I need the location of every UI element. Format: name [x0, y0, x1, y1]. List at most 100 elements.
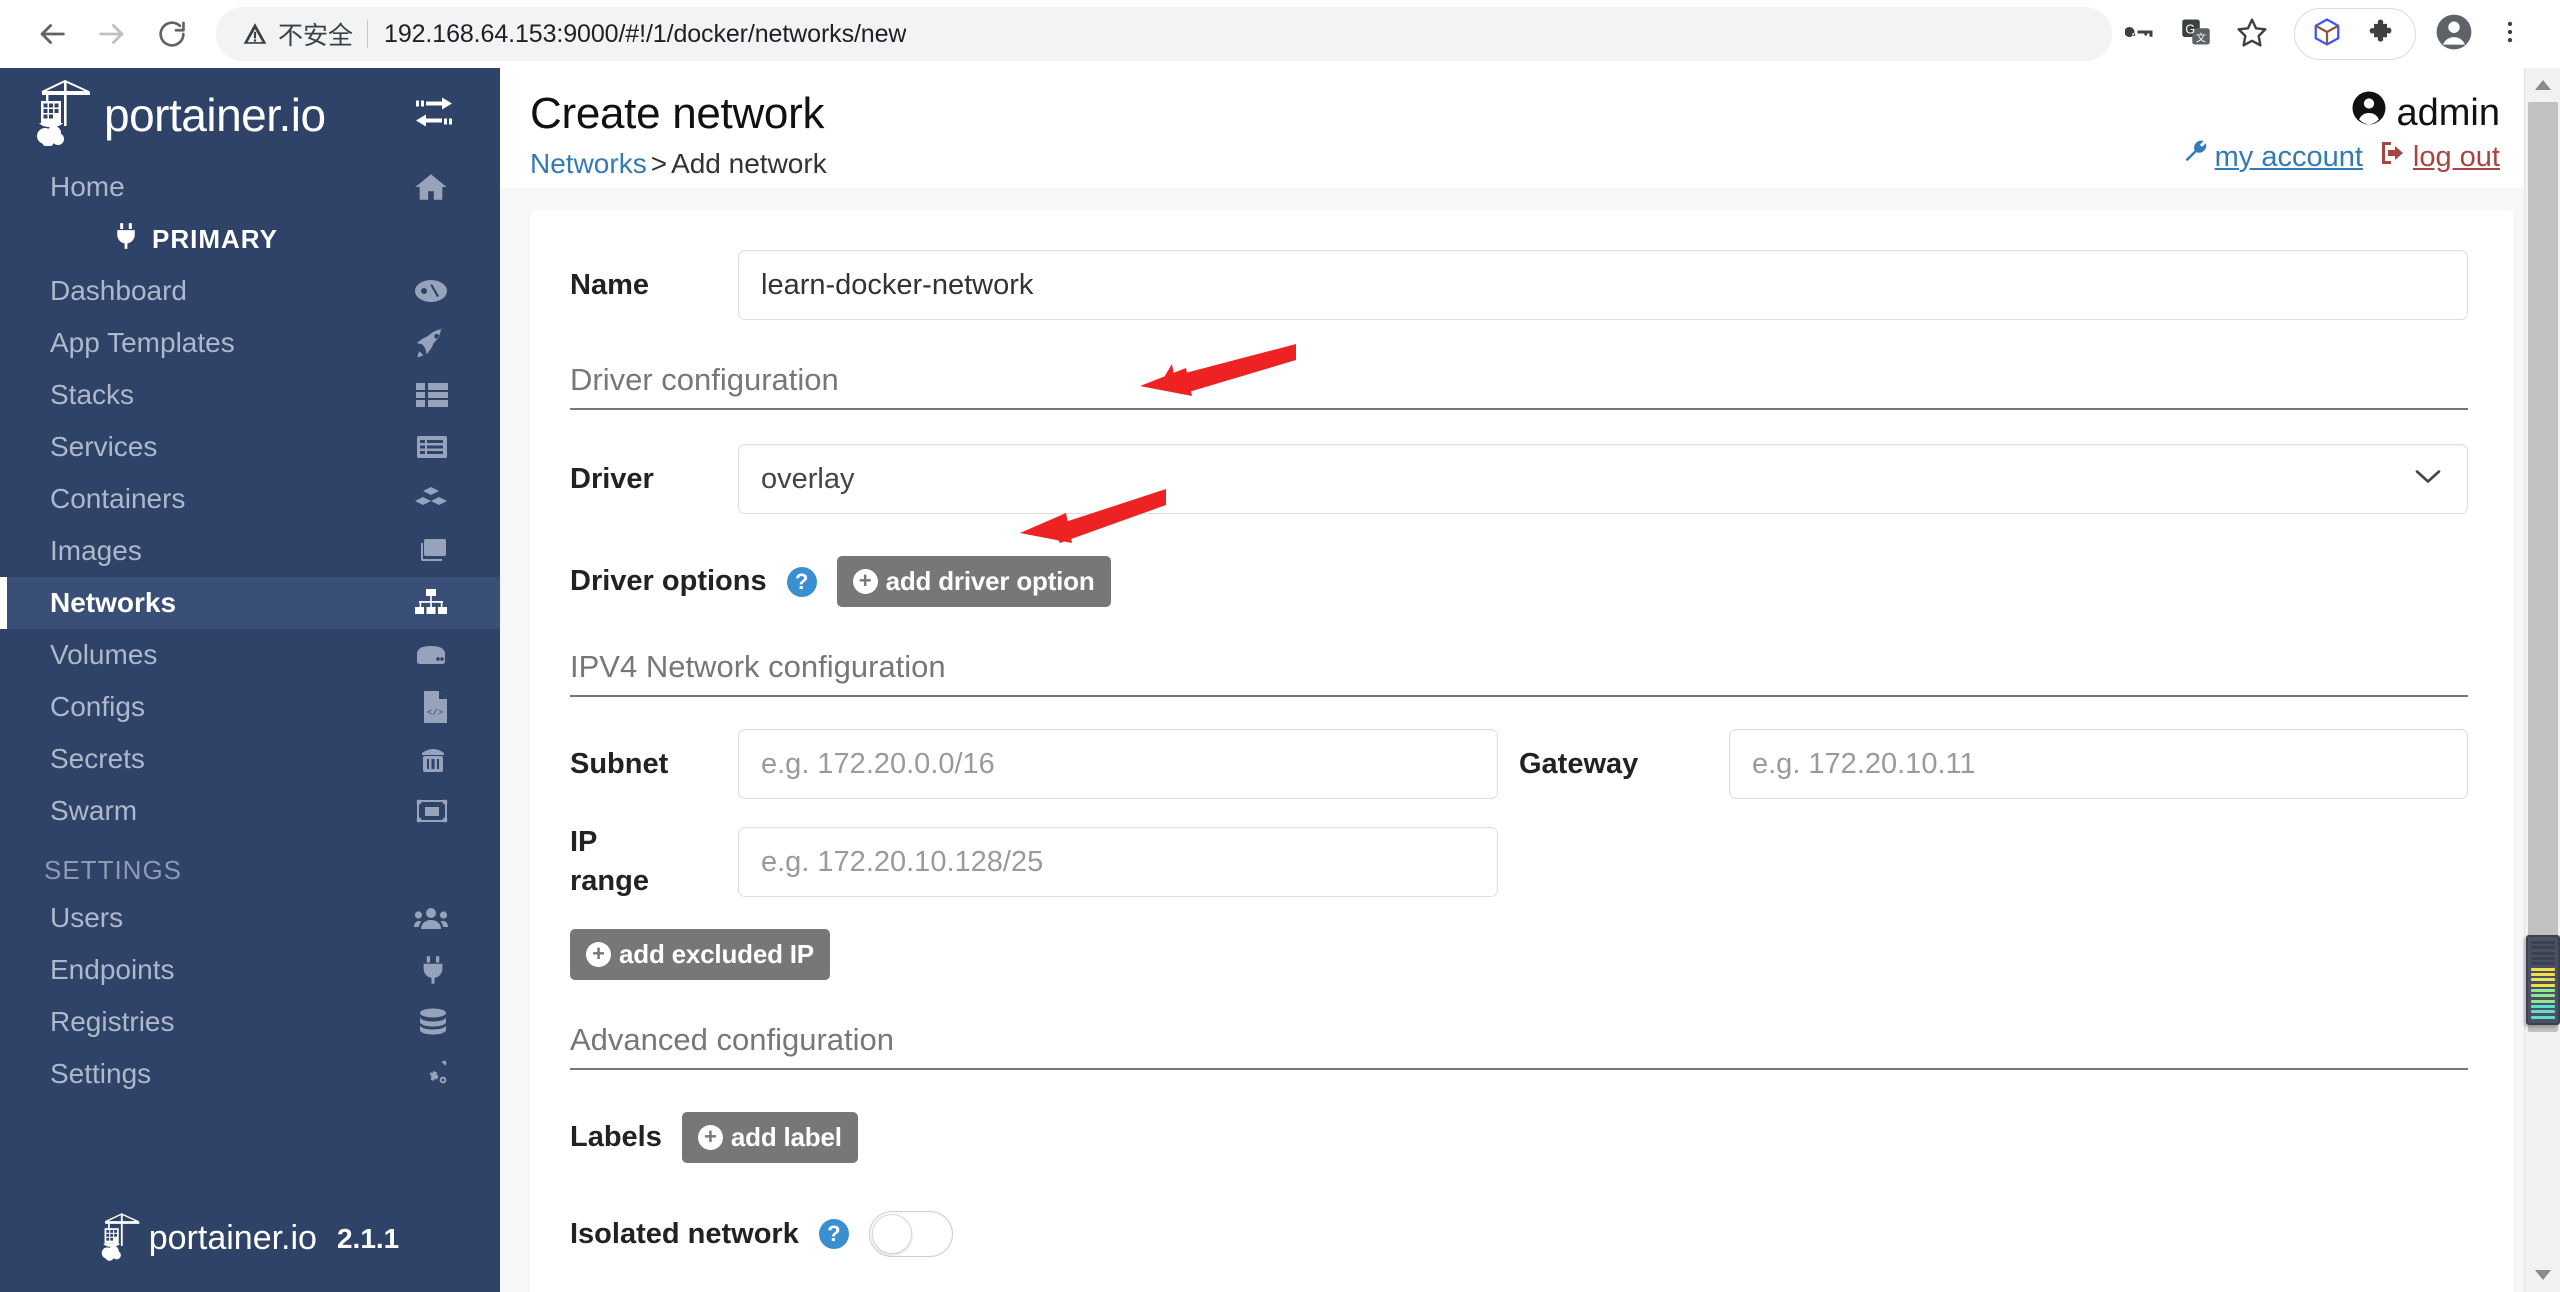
- sidebar-item-label: Dashboard: [50, 275, 187, 306]
- sidebar-footer-brand: portainer.io: [148, 1219, 317, 1257]
- labels-label: Labels: [570, 1121, 662, 1154]
- puzzle-extension-button[interactable]: [2355, 6, 2411, 62]
- scroll-down-arrow[interactable]: [2525, 1258, 2560, 1292]
- driver-select[interactable]: overlay: [738, 444, 2468, 514]
- gateway-label: Gateway: [1519, 747, 1639, 780]
- forward-button[interactable]: [82, 4, 142, 64]
- user-name: admin: [2396, 91, 2501, 134]
- cube-extension-button[interactable]: [2299, 6, 2355, 62]
- sidebar-item-label: Endpoints: [50, 954, 175, 985]
- ip-range-row: IP range: [570, 823, 2468, 901]
- key-icon: [2124, 17, 2155, 52]
- sidebar-item-label: Configs: [50, 691, 145, 722]
- sidebar-item-label: Containers: [50, 483, 186, 514]
- breadcrumb-networks-link[interactable]: Networks: [530, 148, 647, 179]
- add-label-button[interactable]: + add label: [681, 1112, 858, 1164]
- stack-list-icon: [416, 381, 448, 409]
- ip-range-label-line2: range: [570, 865, 649, 898]
- sidebar-item-label: Networks: [50, 587, 177, 618]
- chrome-menu-button[interactable]: [2482, 6, 2538, 62]
- sidebar-item-swarm[interactable]: Swarm: [0, 785, 500, 837]
- add-driver-option-button[interactable]: + add driver option: [836, 556, 1111, 607]
- containers-icon: [414, 485, 448, 513]
- volume-icon: [414, 644, 448, 666]
- sidebar-item-containers[interactable]: Containers: [0, 473, 500, 525]
- isolated-network-toggle[interactable]: [868, 1211, 953, 1258]
- driver-label: Driver: [570, 462, 654, 495]
- back-button[interactable]: [22, 4, 82, 64]
- translate-button[interactable]: G文: [2168, 6, 2224, 62]
- help-circle-icon[interactable]: ?: [818, 1219, 849, 1250]
- sidebar-brand-text: portainer.io: [104, 88, 326, 141]
- sidebar-item-secrets[interactable]: Secrets: [0, 733, 500, 785]
- breadcrumb-current: Add network: [671, 148, 827, 180]
- breadcrumb: Networks > Add network: [530, 148, 827, 180]
- audio-level-meter-widget[interactable]: [2526, 935, 2560, 1025]
- sidebar-main-items: Dashboard App Templates Stacks Services …: [0, 265, 500, 837]
- help-circle-icon[interactable]: ?: [786, 566, 817, 597]
- url-text: 192.168.64.153:9000/#!/1/docker/networks…: [384, 19, 907, 48]
- warning-triangle-icon: [242, 21, 268, 47]
- sidebar-item-endpoints[interactable]: Endpoints: [0, 944, 500, 996]
- labels-row: Labels + add label: [570, 1112, 2468, 1164]
- collapse-sidebar-icon[interactable]: [412, 94, 456, 135]
- password-manager-button[interactable]: [2112, 6, 2168, 62]
- plug-icon: [112, 222, 140, 257]
- sidebar-item-label: Secrets: [50, 743, 145, 774]
- ipv4-configuration-heading: IPV4 Network configuration: [570, 649, 2468, 697]
- sidebar-item-stacks[interactable]: Stacks: [0, 369, 500, 421]
- sidebar-item-networks[interactable]: Networks: [0, 577, 500, 629]
- network-name-input[interactable]: [738, 250, 2468, 320]
- gears-icon: [416, 1059, 448, 1089]
- isolated-network-row: Isolated network ?: [570, 1211, 2468, 1258]
- sidebar-item-label: Volumes: [50, 639, 158, 670]
- sidebar-item-label: Settings: [50, 1058, 152, 1089]
- sidebar: portainer.io Home PRIMARY Dashboard App …: [0, 68, 500, 1292]
- plus-circle-icon: +: [697, 1125, 723, 1151]
- sidebar-item-configs[interactable]: Configs </>: [0, 681, 500, 733]
- address-bar[interactable]: 不安全 192.168.64.153:9000/#!/1/docker/netw…: [216, 7, 2112, 61]
- ip-range-group: IP range: [570, 823, 1519, 901]
- sidebar-item-app-templates[interactable]: App Templates: [0, 317, 500, 369]
- gateway-input[interactable]: [1729, 729, 2468, 799]
- log-out-label: log out: [2412, 140, 2500, 173]
- driver-options-row: Driver options ? + add driver option: [570, 556, 2468, 607]
- log-out-link[interactable]: log out: [2379, 140, 2500, 174]
- page-title: Create network: [530, 89, 825, 138]
- ip-range-input[interactable]: [738, 827, 1498, 898]
- users-icon: [414, 906, 448, 930]
- scrollbar-thumb[interactable]: [2528, 102, 2558, 1032]
- cube-extension-icon: [2312, 17, 2342, 52]
- network-icon: [414, 589, 448, 617]
- my-account-link[interactable]: my account: [2183, 140, 2363, 174]
- environment-badge: PRIMARY: [0, 213, 500, 265]
- sidebar-item-settings[interactable]: Settings: [0, 1048, 500, 1100]
- bookmark-star-icon: [2236, 16, 2268, 53]
- sidebar-item-registries[interactable]: Registries: [0, 996, 500, 1048]
- add-excluded-ip-button[interactable]: + add excluded IP: [570, 929, 830, 981]
- isolated-network-label: Isolated network: [570, 1217, 799, 1250]
- subnet-input[interactable]: [738, 729, 1498, 799]
- sidebar-item-users[interactable]: Users: [0, 892, 500, 944]
- driver-configuration-heading: Driver configuration: [570, 362, 2468, 410]
- sidebar-item-images[interactable]: Images: [0, 525, 500, 577]
- reload-button[interactable]: [142, 4, 202, 64]
- add-excluded-ip-row: + add excluded IP: [570, 929, 2468, 981]
- sidebar-item-home[interactable]: Home: [0, 161, 500, 213]
- scroll-up-arrow[interactable]: [2525, 68, 2560, 102]
- profile-avatar-icon: [2435, 13, 2473, 56]
- home-icon: [414, 170, 448, 204]
- sidebar-item-volumes[interactable]: Volumes: [0, 629, 500, 681]
- sidebar-item-dashboard[interactable]: Dashboard: [0, 265, 500, 317]
- page-scrollbar[interactable]: [2524, 68, 2560, 1292]
- browser-toolbar: 不安全 192.168.64.153:9000/#!/1/docker/netw…: [0, 0, 2560, 68]
- sidebar-item-label: Swarm: [50, 795, 138, 826]
- sidebar-item-services[interactable]: Services: [0, 421, 500, 473]
- sidebar-brand[interactable]: portainer.io: [0, 68, 500, 161]
- plus-circle-icon: +: [852, 569, 878, 594]
- driver-row: Driver overlay: [570, 444, 2468, 514]
- sidebar-version: 2.1.1: [336, 1222, 400, 1254]
- name-label: Name: [570, 268, 649, 301]
- profile-button[interactable]: [2426, 6, 2482, 62]
- bookmark-button[interactable]: [2224, 6, 2280, 62]
